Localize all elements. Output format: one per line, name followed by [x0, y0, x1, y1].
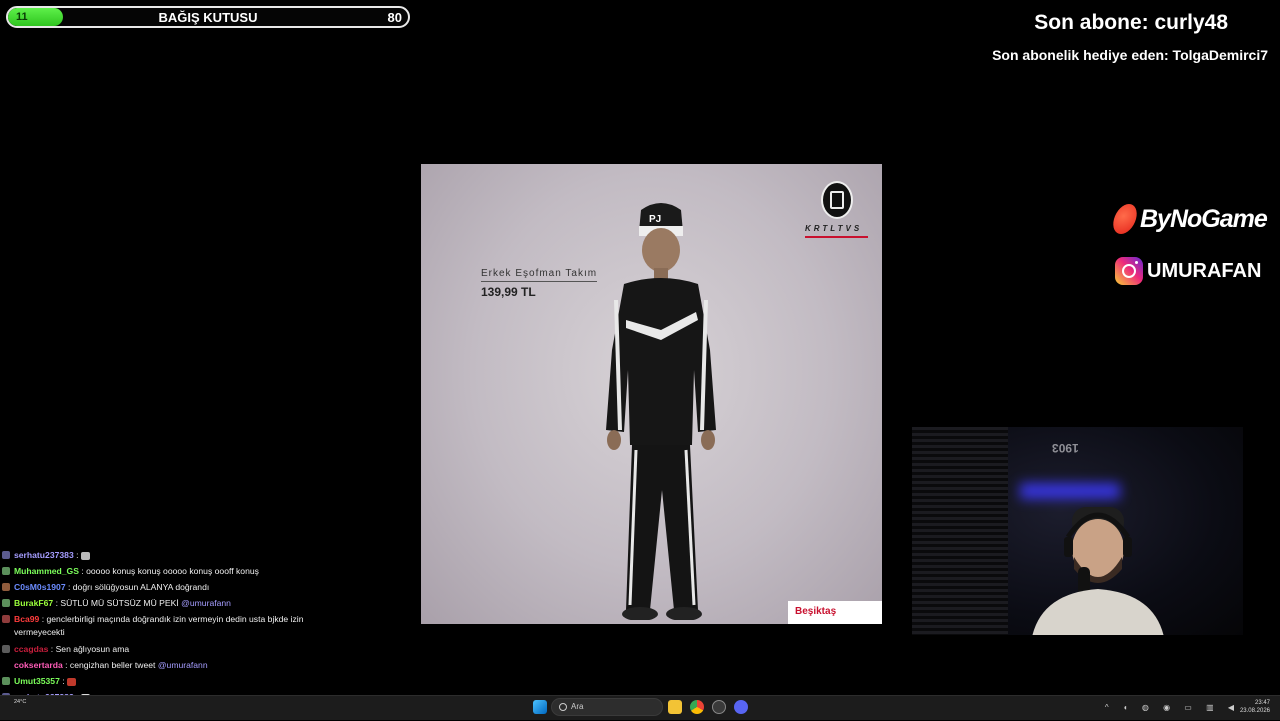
chat-text: : ooooo konuş konuş ooooo konuş oooff ko… [81, 566, 259, 576]
chat-badge-icon [2, 599, 10, 607]
search-box[interactable]: Ara [551, 698, 663, 716]
donation-goal: 80 [387, 10, 402, 25]
chat-message: Bca99 : genclerbirligi maçında doğrandık… [2, 611, 332, 641]
chat-username[interactable]: Umut35357 [14, 676, 60, 686]
chat-text: : genclerbirligi maçında doğrandık izin … [14, 614, 304, 637]
search-icon [559, 703, 567, 711]
instagram-name: UMURAFAN [1147, 259, 1262, 282]
chat-text: : cengizhan beller tweet [65, 660, 156, 670]
chat-emote-icon [67, 677, 77, 686]
chrome-icon[interactable] [690, 700, 704, 714]
donation-box: 11 BAĞIŞ KUTUSU 80 [6, 6, 410, 28]
obs-icon[interactable] [712, 700, 726, 714]
clock-time: 23:47 [1254, 700, 1270, 706]
search-placeholder: Ara [571, 702, 584, 711]
chat-message: ccagdas : Sen ağlıyosun ama [2, 641, 332, 657]
chat-badge-icon [2, 677, 10, 685]
system-tray[interactable]: ^ ◖ ◍ ◉ ▭ ▥ ◀ [1105, 703, 1240, 712]
chat-message: BurakF67 : SÜTLÜ MÜ SÜTSÜZ MÜ PEKİ @umur… [2, 595, 332, 611]
chat-badge-icon [2, 645, 10, 653]
streamer-figure [1032, 507, 1164, 635]
clock-date: 23.08.2026 [1239, 708, 1270, 714]
chat-message: Umut35357 : [2, 673, 332, 689]
bynogame-icon [1109, 204, 1141, 234]
chat-username[interactable]: C0sM0s1907 [14, 582, 66, 592]
chat-username[interactable]: Bca99 [14, 614, 39, 624]
brand-name: ByNoGame [1140, 204, 1268, 233]
chat-message: coksertarda : cengizhan beller tweet @um… [2, 657, 332, 673]
last-subscriber: Son abone: curly48 [1034, 11, 1228, 34]
chat-badge-icon [2, 615, 10, 623]
instagram-handle: UMURAFAN [1115, 257, 1261, 285]
chat-badge-icon [2, 551, 10, 559]
club-crest-icon [821, 181, 853, 219]
store-badge: Beşiktaş [788, 601, 882, 624]
product-image: KRTLTVS Erkek Eşofman Takım 139,99 TL PJ… [421, 164, 882, 624]
chat-badge-icon [2, 567, 10, 575]
chat-message: C0sM0s1907 : doğrı sölüğyosun ALANYA doğ… [2, 579, 332, 595]
chat-mention[interactable]: @umurafann [158, 660, 208, 670]
svg-text:PJ: PJ [649, 214, 661, 225]
chat-text: : [76, 550, 79, 560]
clock[interactable]: 23:47 23.08.2026 [1240, 699, 1270, 715]
product-name: Erkek Eşofman Takım [481, 268, 598, 282]
donation-title: BAĞIŞ KUTUSU [158, 10, 258, 25]
window-blinds [912, 427, 1008, 635]
chat-mention[interactable]: @umurafann [181, 598, 231, 608]
webcam-feed: 1903 [912, 427, 1243, 635]
chat-username[interactable]: Muhammed_GS [14, 566, 79, 576]
last-gift-sub: Son abonelik hediye eden: TolgaDemirci7 [992, 47, 1268, 63]
chat-text: : SÜTLÜ MÜ SÜTSÜZ MÜ PEKİ [55, 598, 179, 608]
file-explorer-icon[interactable] [668, 700, 682, 714]
weather-widget[interactable]: 24°C [14, 699, 26, 705]
discord-icon[interactable] [734, 700, 748, 714]
product-price: 139,99 TL [481, 285, 536, 299]
chat-message: Muhammed_GS : ooooo konuş konuş ooooo ko… [2, 563, 332, 579]
chat-username[interactable]: BurakF67 [14, 598, 53, 608]
taskbar: 24°C Ara ^ ◖ ◍ ◉ ▭ ▥ ◀ 23:47 23.08.2026 [0, 695, 1280, 720]
windows-start-icon[interactable] [533, 700, 547, 714]
wall-sign: 1903 [1052, 441, 1079, 455]
crest-caption: KRTLTVS [805, 224, 863, 233]
chat-text: : doğrı sölüğyosun ALANYA doğrandı [68, 582, 210, 592]
chat-text: : [62, 676, 65, 686]
store-label: Beşiktaş [795, 606, 837, 617]
chat-username[interactable]: coksertarda [14, 660, 63, 670]
crest-underline [805, 236, 868, 238]
model-figure: PJ [606, 203, 716, 620]
chat-text: : Sen ağlıyosun ama [50, 644, 130, 654]
chat-message: serhatu237383 : [2, 547, 332, 563]
chat-username[interactable]: ccagdas [14, 644, 48, 654]
brand-logo: ByNoGame [1109, 204, 1268, 234]
chat-username[interactable]: serhatu237383 [14, 550, 74, 560]
instagram-icon [1115, 257, 1143, 285]
chat-badge-icon [2, 583, 10, 591]
chat-emote-icon [80, 551, 90, 560]
